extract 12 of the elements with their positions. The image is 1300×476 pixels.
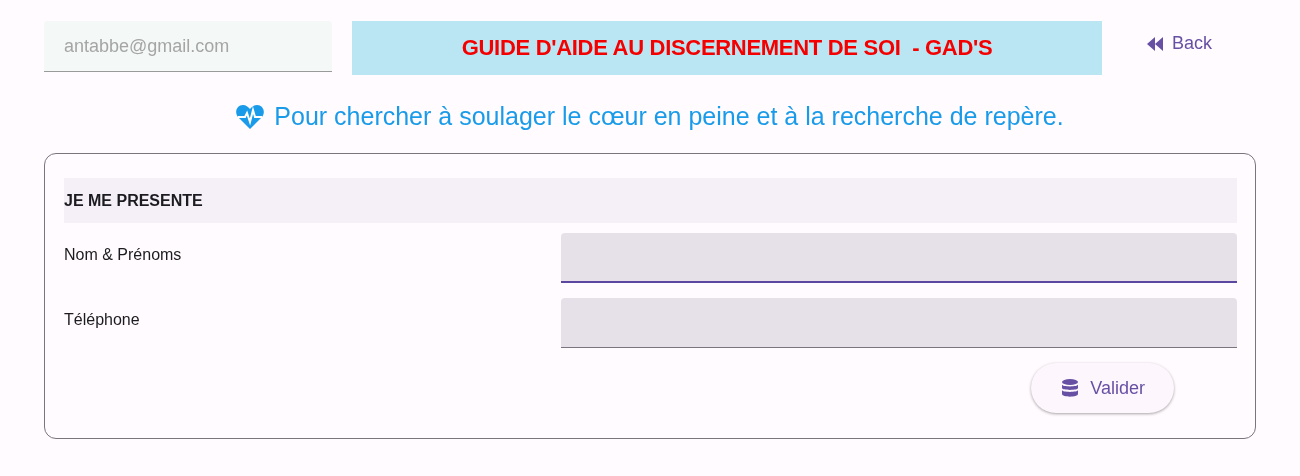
database-icon [1062, 379, 1079, 397]
subtitle: Pour chercher à soulager le cœur en peine et à la recherche de repère. [274, 102, 1064, 131]
section-header: JE ME PRESENTE [64, 178, 1237, 223]
input-field[interactable] [561, 233, 1237, 283]
rewind-icon [1145, 35, 1164, 52]
title-banner: GUIDE D'AIDE AU DISCERNEMENT DE SOI - GAD'S [352, 21, 1102, 75]
field-label: Téléphone [64, 310, 141, 329]
heartbeat-icon [236, 103, 265, 130]
submit-button[interactable]: Valider [1031, 363, 1174, 413]
input-field[interactable] [561, 298, 1237, 348]
back-link[interactable]: Back [1145, 33, 1212, 54]
field-label: Nom & Prénoms [64, 245, 183, 264]
